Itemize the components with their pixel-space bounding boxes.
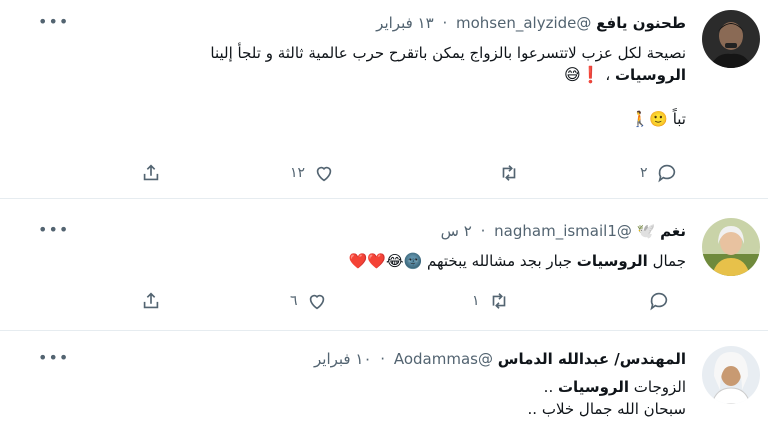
tweet[interactable]: ••• نغم 🕊️ @nagham_ismail1 · ٢ س جمال ال… bbox=[0, 198, 768, 331]
like-icon bbox=[309, 294, 324, 310]
like-button[interactable]: ١٢ bbox=[290, 160, 335, 186]
retweet-icon bbox=[492, 293, 505, 309]
tweet-line: نصيحة لكل عزب لاتتسرعوا بالزواج يمكن بات… bbox=[210, 44, 686, 62]
tweet-line: جمال الروسيات جبار بجد مشالله يبختهم 🌚😂❤… bbox=[349, 250, 686, 272]
avatar[interactable] bbox=[702, 346, 760, 404]
handle[interactable]: @nagham_ismail1 bbox=[494, 222, 632, 240]
highlight-word: الروسيات bbox=[614, 66, 686, 84]
timestamp[interactable]: ١٣ فبراير bbox=[376, 14, 434, 32]
tweet-line: الروسيات ، ❗😅 bbox=[210, 64, 686, 86]
tweet-line: سبحان الله جمال خلاب .. bbox=[527, 400, 686, 418]
more-options-icon[interactable]: ••• bbox=[38, 348, 69, 367]
highlight-word: الروسيات bbox=[576, 252, 648, 270]
more-options-icon[interactable]: ••• bbox=[38, 220, 69, 239]
more-options-icon[interactable]: ••• bbox=[38, 12, 69, 31]
retweet-button[interactable]: ١ bbox=[472, 288, 510, 314]
share-button[interactable] bbox=[140, 288, 162, 314]
tweet-header: نغم 🕊️ @nagham_ismail1 · ٢ س bbox=[441, 222, 686, 240]
reply-icon bbox=[650, 292, 668, 311]
reply-button[interactable] bbox=[640, 288, 670, 314]
text-suffix: .. bbox=[543, 378, 558, 396]
highlight-word: الروسيات bbox=[557, 378, 629, 396]
reply-icon bbox=[657, 164, 675, 183]
tweet-text: الزوجات الروسيات .. سبحان الله جمال خلاب… bbox=[528, 376, 686, 420]
handle[interactable]: @mohsen_alyzide bbox=[456, 14, 591, 32]
avatar[interactable] bbox=[702, 218, 760, 276]
tweet-header: المهندس/ عبدالله الدماس @Aodammas · ١٠ ف… bbox=[314, 350, 686, 368]
tweet-text: جمال الروسيات جبار بجد مشالله يبختهم 🌚😂❤… bbox=[349, 250, 686, 272]
tweet[interactable]: ••• طحنون يافع @mohsen_alyzide · ١٣ فبرا… bbox=[0, 0, 768, 199]
tweet[interactable]: ••• المهندس/ عبدالله الدماس @Aodammas · … bbox=[0, 330, 768, 432]
tweet-header: طحنون يافع @mohsen_alyzide · ١٣ فبراير bbox=[376, 14, 686, 32]
retweet-icon bbox=[502, 165, 516, 181]
display-name[interactable]: طحنون يافع bbox=[596, 14, 686, 32]
like-button[interactable]: ٦ bbox=[290, 288, 328, 314]
share-button[interactable] bbox=[140, 160, 162, 186]
separator-text: ، bbox=[600, 66, 615, 84]
share-icon bbox=[143, 292, 159, 309]
separator-dot: · bbox=[442, 14, 448, 32]
like-count: ٦ bbox=[290, 293, 298, 309]
handle[interactable]: @Aodammas bbox=[394, 350, 493, 368]
text-prefix: جمال bbox=[647, 252, 686, 270]
reply-count: ٢ bbox=[640, 165, 648, 181]
tweet-line: تباً 🙂🚶 bbox=[630, 110, 686, 128]
timestamp[interactable]: ١٠ فبراير bbox=[314, 350, 372, 368]
retweet-button[interactable] bbox=[490, 160, 520, 186]
like-count: ١٢ bbox=[290, 165, 306, 181]
separator-dot: · bbox=[480, 222, 486, 240]
name-emoji: 🕊️ bbox=[636, 222, 656, 240]
timestamp[interactable]: ٢ س bbox=[441, 222, 472, 240]
retweet-count: ١ bbox=[472, 293, 480, 309]
display-name[interactable]: نغم bbox=[660, 222, 686, 240]
like-icon bbox=[316, 166, 332, 182]
text-suffix: جبار بجد مشالله يبختهم 🌚😂❤️❤️ bbox=[348, 252, 577, 270]
separator-dot: · bbox=[380, 350, 386, 368]
share-icon bbox=[143, 164, 159, 181]
text-prefix: الزوجات bbox=[629, 378, 686, 396]
avatar[interactable] bbox=[702, 10, 760, 68]
reply-button[interactable]: ٢ bbox=[640, 160, 678, 186]
tweet-actions: ١ ٦ bbox=[140, 288, 700, 314]
tweet-text: نصيحة لكل عزب لاتتسرعوا بالزواج يمكن بات… bbox=[210, 42, 686, 130]
display-name[interactable]: المهندس/ عبدالله الدماس bbox=[498, 350, 686, 368]
tweet-line: الزوجات الروسيات .. bbox=[528, 376, 686, 398]
tweet-actions: ٢ ١٢ bbox=[140, 160, 700, 186]
emoji: ❗😅 bbox=[563, 65, 601, 84]
